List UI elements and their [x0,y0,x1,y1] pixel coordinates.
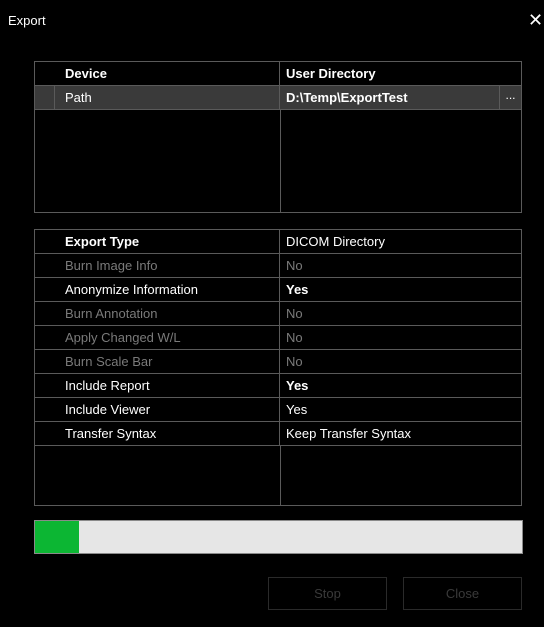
window-title: Export [8,13,46,28]
option-label: Include Report [35,374,280,397]
column-divider [280,110,281,212]
option-label: Burn Annotation [35,302,280,325]
option-value[interactable]: Yes [280,374,521,397]
device-table-header: Device User Directory [35,62,521,86]
option-row-export-type[interactable]: Export Type DICOM Directory [35,230,521,254]
option-label: Burn Scale Bar [35,350,280,373]
option-value: No [286,258,303,273]
option-value[interactable]: Yes [280,398,521,421]
option-row-burn-annotation: Burn Annotation No [35,302,521,326]
option-value: No [286,354,303,369]
options-table-empty-area [35,446,521,505]
device-table: Device User Directory Path D:\Temp\Expor… [34,61,522,213]
option-row-burn-scale-bar: Burn Scale Bar No [35,350,521,374]
user-directory-column-header: User Directory [286,66,376,81]
option-label: Transfer Syntax [35,422,280,445]
window-edge [0,42,2,627]
path-label: Path [35,86,280,109]
option-value: No [286,306,303,321]
close-icon[interactable]: ✕ [528,11,544,29]
option-value[interactable]: Yes [280,278,521,301]
option-row-anonymize-information[interactable]: Anonymize Information Yes [35,278,521,302]
option-label: Anonymize Information [35,278,280,301]
column-divider [280,446,281,505]
option-row-burn-image-info: Burn Image Info No [35,254,521,278]
option-value: No [286,330,303,345]
option-label: Export Type [35,230,280,253]
path-value[interactable]: D:\Temp\ExportTest [280,86,521,109]
option-label: Burn Image Info [35,254,280,277]
option-row-apply-changed-wl: Apply Changed W/L No [35,326,521,350]
stop-button[interactable]: Stop [268,577,387,610]
option-value[interactable]: DICOM Directory [280,230,521,253]
options-table: Export Type DICOM Directory Burn Image I… [34,229,522,506]
option-row-transfer-syntax[interactable]: Transfer Syntax Keep Transfer Syntax [35,422,521,446]
option-label: Include Viewer [35,398,280,421]
title-bar: Export ✕ [0,0,544,42]
device-column-header: Device [35,62,280,85]
option-label: Apply Changed W/L [35,326,280,349]
close-button[interactable]: Close [403,577,522,610]
option-row-include-viewer[interactable]: Include Viewer Yes [35,398,521,422]
option-row-include-report[interactable]: Include Report Yes [35,374,521,398]
option-value[interactable]: Keep Transfer Syntax [280,422,521,445]
progress-fill [35,521,79,553]
device-table-empty-area [35,110,521,212]
browse-button[interactable]: ... [499,86,521,109]
export-progress-bar [34,520,523,554]
path-row[interactable]: Path D:\Temp\ExportTest ... [35,86,521,110]
